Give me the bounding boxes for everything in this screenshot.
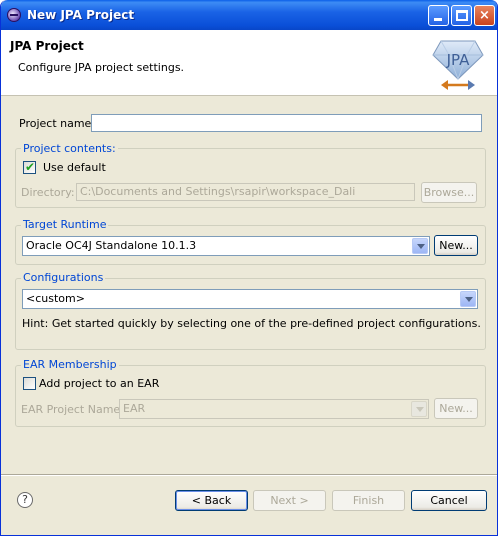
maximize-icon <box>456 10 468 21</box>
new-ear-button[interactable]: New... <box>434 398 478 419</box>
directory-label: Directory: <box>21 186 75 199</box>
new-runtime-button[interactable]: New... <box>434 235 478 256</box>
close-icon: × <box>479 8 490 23</box>
back-button[interactable]: < Back <box>175 490 248 511</box>
project-contents-title: Project contents: <box>21 142 118 155</box>
logo-text: JPA <box>446 51 471 69</box>
jpa-logo-icon: JPA <box>432 40 484 90</box>
close-button[interactable]: × <box>474 5 495 26</box>
project-name-label: Project name: <box>19 117 96 130</box>
directory-input[interactable]: C:\Documents and Settings\rsapir\workspa… <box>76 183 415 201</box>
ear-project-value: EAR <box>123 402 146 415</box>
page-title: JPA Project <box>10 39 84 53</box>
page-subtitle: Configure JPA project settings. <box>18 61 185 74</box>
footer-divider <box>1 474 497 476</box>
target-runtime-title: Target Runtime <box>21 218 109 231</box>
chevron-down-icon[interactable] <box>412 238 428 254</box>
project-name-input[interactable] <box>91 114 482 132</box>
browse-button[interactable]: Browse... <box>421 182 477 203</box>
ear-project-select[interactable]: EAR <box>119 399 429 419</box>
configurations-title: Configurations <box>21 271 106 284</box>
window-title: New JPA Project <box>27 8 135 22</box>
cancel-button[interactable]: Cancel <box>411 490 487 511</box>
title-bar[interactable]: New JPA Project × <box>1 0 497 30</box>
next-button[interactable]: Next > <box>253 490 326 511</box>
finish-button[interactable]: Finish <box>332 490 405 511</box>
ear-membership-title: EAR Membership <box>21 358 119 371</box>
wizard-banner: JPA Project Configure JPA project settin… <box>1 30 497 96</box>
minimize-button[interactable] <box>428 5 449 26</box>
configuration-hint: Hint: Get started quickly by selecting o… <box>22 317 481 330</box>
checkmark-icon: ✔ <box>25 160 36 174</box>
new-jpa-project-dialog: New JPA Project × JPA Project Configure … <box>0 0 498 536</box>
configuration-value: <custom> <box>26 292 85 305</box>
add-to-ear-label: Add project to an EAR <box>39 377 160 390</box>
help-icon[interactable]: ? <box>17 492 33 508</box>
use-default-checkbox[interactable]: ✔ <box>23 160 36 174</box>
target-runtime-value: Oracle OC4J Standalone 10.1.3 <box>26 239 197 252</box>
configuration-select[interactable]: <custom> <box>22 289 478 309</box>
maximize-button[interactable] <box>451 5 472 26</box>
add-to-ear-checkbox[interactable] <box>23 377 36 390</box>
ear-project-name-label: EAR Project Name: <box>21 403 124 416</box>
target-runtime-select[interactable]: Oracle OC4J Standalone 10.1.3 <box>22 236 430 256</box>
minimize-icon <box>434 18 442 21</box>
eclipse-icon <box>7 8 21 22</box>
chevron-down-icon[interactable] <box>460 291 476 307</box>
use-default-label: Use default <box>43 161 106 174</box>
chevron-down-icon[interactable] <box>411 401 427 417</box>
